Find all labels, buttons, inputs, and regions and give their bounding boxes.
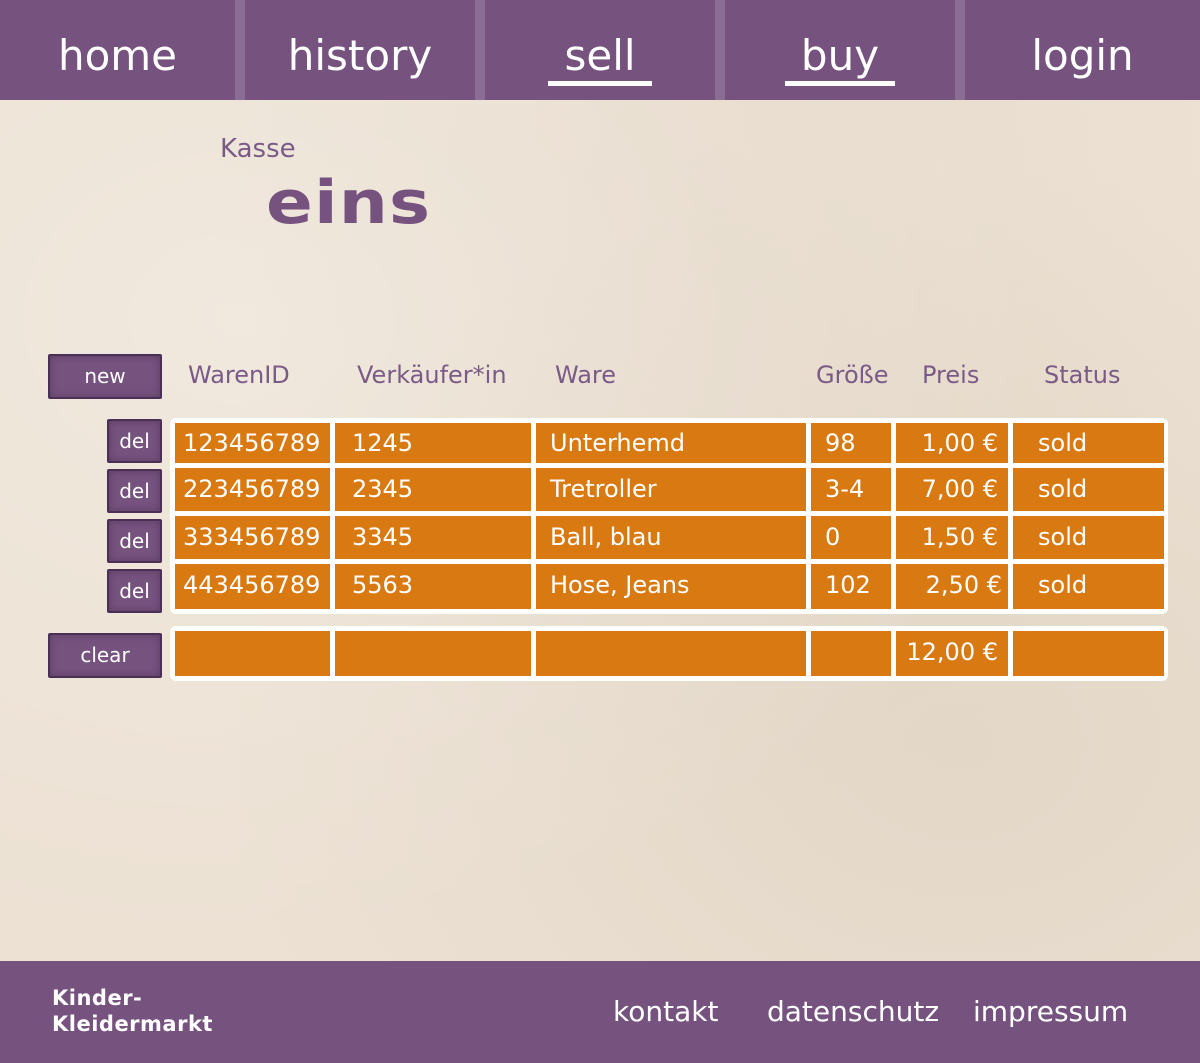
site-logo[interactable]: Kinder- Kleidermarkt xyxy=(52,985,213,1037)
cell-groesse[interactable]: 3-4 xyxy=(811,468,891,511)
column-header-ware: Ware xyxy=(555,361,617,389)
cell-warenid[interactable]: 443456789 xyxy=(175,564,330,609)
cell-preis[interactable]: 2,50 € xyxy=(896,564,1008,609)
cell-status[interactable]: sold xyxy=(1013,468,1164,511)
nav-sell[interactable]: sell xyxy=(485,0,715,100)
top-nav: home history sell buy login xyxy=(0,0,1200,100)
delete-row-button[interactable]: del xyxy=(107,569,162,613)
nav-login[interactable]: login xyxy=(965,0,1200,100)
nav-separator xyxy=(475,0,485,100)
cell-status[interactable]: sold xyxy=(1013,423,1164,463)
cell-warenid[interactable]: 223456789 xyxy=(175,468,330,511)
nav-separator xyxy=(235,0,245,100)
column-header-groesse: Größe xyxy=(816,361,889,389)
cell-warenid[interactable]: 123456789 xyxy=(175,423,330,463)
total-cell-empty xyxy=(1013,631,1164,676)
cell-verkaeufer[interactable]: 1245 xyxy=(335,423,531,463)
column-header-preis: Preis xyxy=(922,361,980,389)
total-cell-empty xyxy=(536,631,806,676)
delete-row-button[interactable]: del xyxy=(107,419,162,463)
column-header-status: Status xyxy=(1044,361,1121,389)
register-name: eins xyxy=(266,168,432,238)
register-label: Kasse xyxy=(220,134,296,164)
nav-history[interactable]: history xyxy=(245,0,475,100)
cell-ware[interactable]: Ball, blau xyxy=(536,516,806,559)
cell-warenid[interactable]: 333456789 xyxy=(175,516,330,559)
total-cell-empty xyxy=(175,631,330,676)
cell-status[interactable]: sold xyxy=(1013,564,1164,609)
cell-groesse[interactable]: 0 xyxy=(811,516,891,559)
cell-groesse[interactable]: 102 xyxy=(811,564,891,609)
cell-verkaeufer[interactable]: 3345 xyxy=(335,516,531,559)
delete-row-button[interactable]: del xyxy=(107,519,162,563)
nav-home-label: home xyxy=(57,31,178,80)
logo-line-1: Kinder- xyxy=(52,986,143,1010)
footer-link-kontakt[interactable]: kontakt xyxy=(613,995,718,1028)
nav-buy[interactable]: buy xyxy=(725,0,955,100)
nav-home[interactable]: home xyxy=(0,0,235,100)
nav-buy-label: buy xyxy=(784,0,896,112)
column-header-verkaeufer: Verkäufer*in xyxy=(357,361,507,389)
cell-ware[interactable]: Tretroller xyxy=(536,468,806,511)
logo-line-2: Kleidermarkt xyxy=(52,1012,213,1036)
total-cell-empty xyxy=(335,631,531,676)
footer-link-datenschutz[interactable]: datenschutz xyxy=(767,995,939,1028)
column-header-warenid: WarenID xyxy=(188,361,290,389)
delete-row-button[interactable]: del xyxy=(107,469,162,513)
cell-preis[interactable]: 1,50 € xyxy=(896,516,1008,559)
cell-groesse[interactable]: 98 xyxy=(811,423,891,463)
cell-preis[interactable]: 7,00 € xyxy=(896,468,1008,511)
new-button[interactable]: new xyxy=(48,354,162,399)
total-price: 12,00 € xyxy=(896,631,1008,676)
total-cell-empty xyxy=(811,631,891,676)
cell-ware[interactable]: Hose, Jeans xyxy=(536,564,806,609)
nav-separator xyxy=(715,0,725,100)
nav-separator xyxy=(955,0,965,100)
nav-sell-label: sell xyxy=(548,0,652,112)
cell-preis[interactable]: 1,00 € xyxy=(896,423,1008,463)
nav-login-label: login xyxy=(1031,31,1134,80)
cell-verkaeufer[interactable]: 5563 xyxy=(335,564,531,609)
footer-link-impressum[interactable]: impressum xyxy=(973,995,1128,1028)
clear-button[interactable]: clear xyxy=(48,633,162,678)
nav-history-label: history xyxy=(287,31,433,80)
cell-status[interactable]: sold xyxy=(1013,516,1164,559)
cell-verkaeufer[interactable]: 2345 xyxy=(335,468,531,511)
cell-ware[interactable]: Unterhemd xyxy=(536,423,806,463)
